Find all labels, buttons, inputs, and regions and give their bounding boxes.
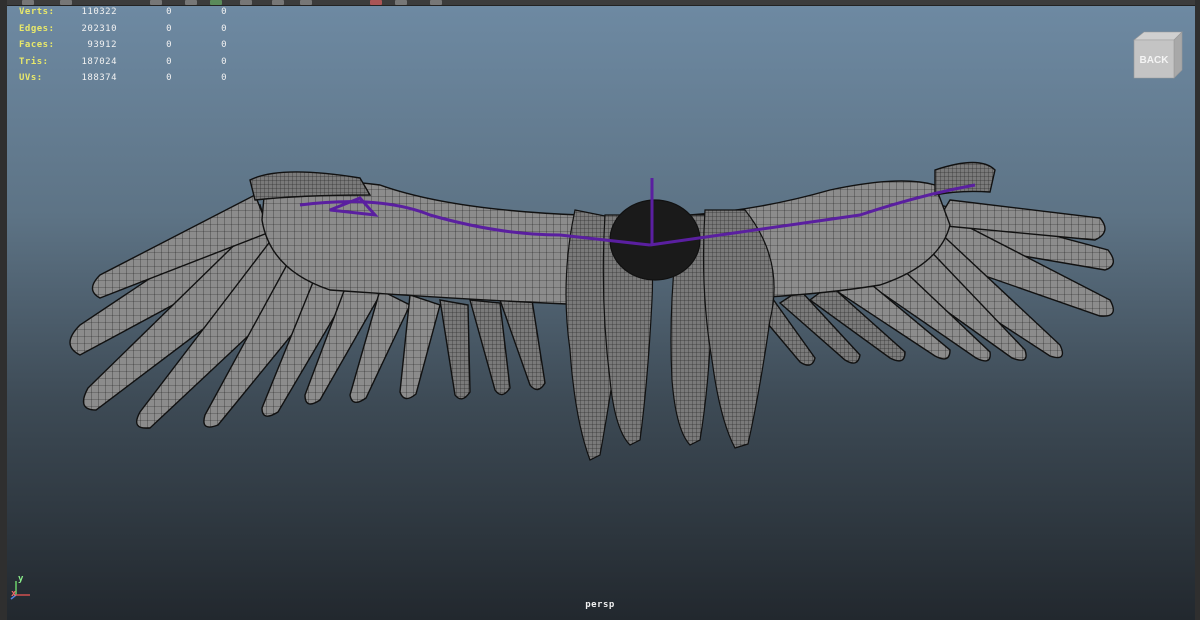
camera-name-label: persp [585, 600, 615, 610]
viewport-perspective[interactable]: Verts: 110322 0 0 Edges: 202310 0 0 Face… [0, 0, 1200, 620]
axis-y-label: y [18, 574, 24, 584]
wing-model-mesh[interactable] [0, 0, 1200, 620]
axis-x-label: x [11, 589, 17, 599]
